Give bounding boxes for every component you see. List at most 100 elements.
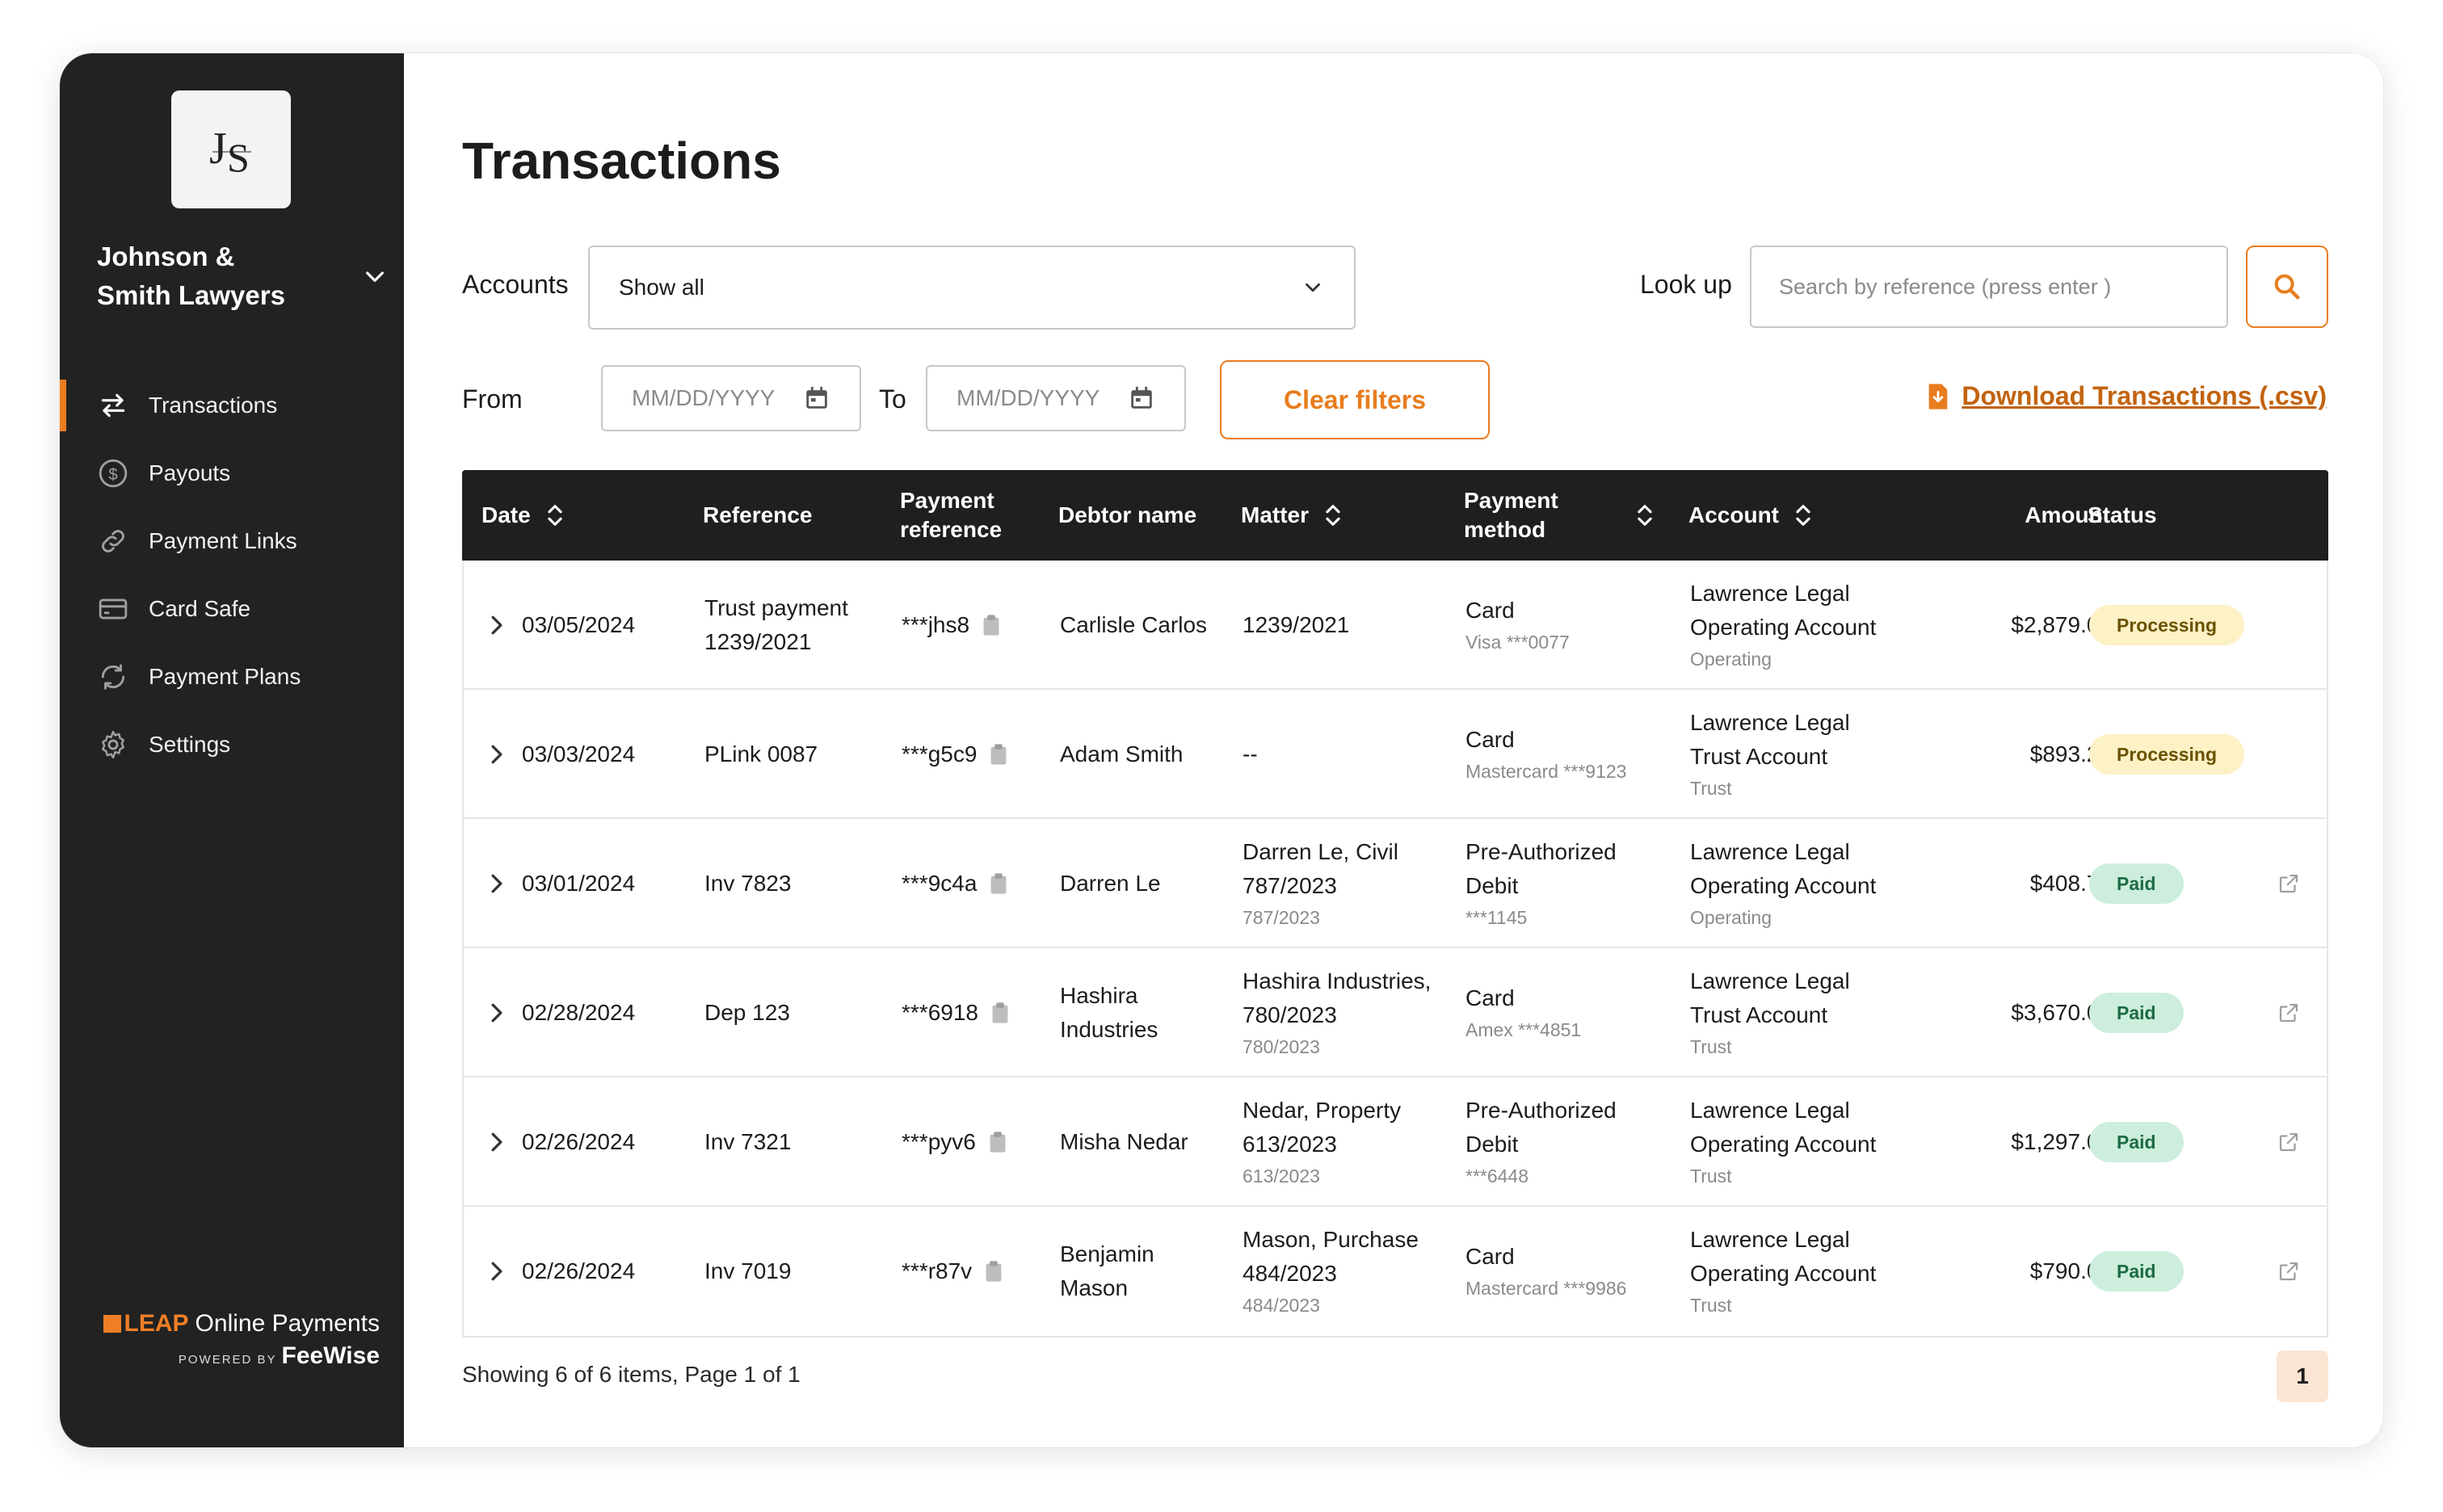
expand-row-button[interactable] bbox=[488, 1207, 506, 1336]
expand-row-button[interactable] bbox=[488, 819, 506, 948]
debtor-cell-line2: Mason bbox=[1060, 1275, 1129, 1300]
clipboard-icon[interactable] bbox=[990, 742, 1007, 766]
method-sub: Mastercard ***9986 bbox=[1465, 1278, 1627, 1299]
link-icon bbox=[97, 525, 129, 557]
sidebar-item-payouts[interactable]: $ Payouts bbox=[60, 439, 404, 507]
table-row[interactable]: 03/01/2024 Inv 7823 ***9c4a Darren Le Da… bbox=[464, 819, 2327, 948]
reference-cell: Inv 7019 bbox=[704, 1258, 792, 1283]
status-badge: Processing bbox=[2089, 734, 2244, 775]
app-window: J S Johnson & Smith Lawyers Transactions… bbox=[60, 53, 2383, 1447]
sidebar-item-transactions[interactable]: Transactions bbox=[60, 372, 404, 439]
search-input[interactable]: Search by reference (press enter ) bbox=[1750, 246, 2228, 328]
open-external-button[interactable] bbox=[2277, 1207, 2301, 1336]
sort-icon bbox=[1638, 505, 1652, 526]
column-header-label: Account bbox=[1688, 502, 1779, 527]
account-sub: Trust bbox=[1690, 778, 1732, 799]
column-header-reference: Reference bbox=[703, 502, 813, 527]
expand-row-button[interactable] bbox=[488, 690, 506, 819]
from-date-input[interactable]: MM/DD/YYYY bbox=[601, 365, 861, 431]
accounts-select[interactable]: Show all bbox=[588, 246, 1356, 330]
search-button[interactable] bbox=[2246, 246, 2328, 328]
column-header-label: Date bbox=[481, 502, 531, 527]
column-header-payment-reference: Payment reference bbox=[900, 488, 1003, 542]
main-content: Transactions Accounts Show all Look up S… bbox=[404, 53, 2383, 1447]
column-header-date[interactable]: Date bbox=[481, 470, 565, 561]
payment-plan-icon bbox=[97, 661, 129, 693]
firm-logo[interactable]: J S bbox=[171, 90, 291, 208]
sidebar-nav: Transactions $ Payouts Payment Links Car… bbox=[60, 372, 404, 779]
method-sub: ***6448 bbox=[1465, 1166, 1529, 1186]
column-header-status: Status bbox=[2088, 502, 2157, 527]
column-header-matter[interactable]: Matter bbox=[1241, 470, 1343, 561]
table-header: Date Reference Payment reference Debtor … bbox=[462, 470, 2328, 561]
clipboard-icon[interactable] bbox=[989, 1130, 1007, 1154]
method-sub: Amex ***4851 bbox=[1465, 1019, 1582, 1040]
feewise-logo: FeeWise bbox=[281, 1342, 380, 1369]
reference-cell: Inv 7823 bbox=[704, 871, 792, 896]
calendar-icon bbox=[806, 386, 827, 409]
matter-sub: 613/2023 bbox=[1243, 1166, 1320, 1186]
transfer-icon bbox=[97, 389, 129, 422]
sidebar-item-label: Payouts bbox=[149, 460, 231, 485]
table-row[interactable]: 02/26/2024 Inv 7321 ***pyv6 Misha Nedar … bbox=[464, 1077, 2327, 1207]
sidebar-item-payment-links[interactable]: Payment Links bbox=[60, 507, 404, 575]
table-row[interactable]: 02/26/2024 Inv 7019 ***r87v Benjamin Maso… bbox=[464, 1207, 2327, 1336]
clipboard-icon[interactable] bbox=[982, 613, 1000, 637]
file-download-icon bbox=[1929, 383, 1948, 410]
column-header-account[interactable]: Account bbox=[1688, 470, 1813, 561]
table-row[interactable]: 02/28/2024 Dep 123 ***6918 Hashira Indust… bbox=[464, 948, 2327, 1077]
column-header-payment-method[interactable]: Payment method bbox=[1464, 470, 1655, 561]
chevron-down-icon bbox=[366, 271, 384, 282]
payment-reference-cell: ***6918 bbox=[902, 1000, 978, 1025]
download-csv-link[interactable]: Download Transactions (.csv) bbox=[1926, 381, 2327, 411]
clipboard-icon[interactable] bbox=[991, 1001, 1009, 1025]
to-label: To bbox=[879, 384, 906, 414]
open-external-button[interactable] bbox=[2277, 1077, 2301, 1207]
matter-sub: 780/2023 bbox=[1243, 1036, 1320, 1057]
column-header-debtor: Debtor name bbox=[1058, 502, 1197, 527]
brand-footer: LEAP Online Payments POWERED BY FeeWise bbox=[97, 1310, 380, 1370]
reference-cell: Dep 123 bbox=[704, 1000, 790, 1025]
sidebar-item-payment-plans[interactable]: Payment Plans bbox=[60, 643, 404, 711]
method-cell: Card bbox=[1465, 1244, 1515, 1269]
date-cell: 02/26/2024 bbox=[522, 1258, 636, 1283]
clipboard-icon[interactable] bbox=[985, 1259, 1003, 1283]
sidebar-item-card-safe[interactable]: Card Safe bbox=[60, 575, 404, 643]
account-cell-line2: Trust Account bbox=[1690, 744, 1828, 769]
table-row[interactable]: 03/05/2024 Trust payment 1239/2021 ***jhs… bbox=[464, 561, 2327, 690]
svg-text:$: $ bbox=[108, 465, 118, 484]
matter-cell: Darren Le, Civil bbox=[1243, 839, 1398, 864]
reference-cell: Inv 7321 bbox=[704, 1129, 792, 1154]
table-row[interactable]: 03/03/2024 PLink 0087 ***g5c9 Adam Smith… bbox=[464, 690, 2327, 819]
expand-row-button[interactable] bbox=[488, 1077, 506, 1207]
status-badge: Paid bbox=[2089, 1122, 2184, 1162]
matter-cell-line2: 780/2023 bbox=[1243, 1002, 1337, 1027]
clear-filters-button[interactable]: Clear filters bbox=[1220, 360, 1490, 439]
transactions-table: Date Reference Payment reference Debtor … bbox=[462, 470, 2328, 1338]
matter-cell-line2: 613/2023 bbox=[1243, 1132, 1337, 1157]
method-cell-line2: Debit bbox=[1465, 1132, 1519, 1157]
sort-icon bbox=[1796, 505, 1810, 526]
sidebar-item-label: Payment Links bbox=[149, 528, 297, 553]
clipboard-icon[interactable] bbox=[990, 872, 1007, 896]
open-external-button[interactable] bbox=[2277, 948, 2301, 1077]
sidebar: J S Johnson & Smith Lawyers Transactions… bbox=[60, 53, 404, 1447]
download-csv-label: Download Transactions (.csv) bbox=[1962, 381, 2327, 410]
chevron-right-icon bbox=[491, 874, 502, 893]
firm-switcher[interactable]: Johnson & Smith Lawyers bbox=[97, 237, 388, 315]
reference-cell-line2: 1239/2021 bbox=[704, 629, 812, 654]
page-button-1[interactable]: 1 bbox=[2277, 1350, 2328, 1402]
sidebar-item-label: Settings bbox=[149, 732, 231, 757]
external-link-icon bbox=[2279, 874, 2298, 893]
open-external-button[interactable] bbox=[2277, 819, 2301, 948]
expand-row-button[interactable] bbox=[488, 561, 506, 690]
chevron-right-icon bbox=[491, 1132, 502, 1152]
payment-reference-cell: ***g5c9 bbox=[902, 741, 978, 766]
to-date-input[interactable]: MM/DD/YYYY bbox=[926, 365, 1186, 431]
sidebar-item-settings[interactable]: Settings bbox=[60, 711, 404, 779]
debtor-cell: Hashira bbox=[1060, 983, 1138, 1008]
expand-row-button[interactable] bbox=[488, 948, 506, 1077]
from-label: From bbox=[462, 384, 523, 414]
matter-cell: -- bbox=[1243, 741, 1258, 766]
method-sub: Mastercard ***9123 bbox=[1465, 761, 1627, 782]
